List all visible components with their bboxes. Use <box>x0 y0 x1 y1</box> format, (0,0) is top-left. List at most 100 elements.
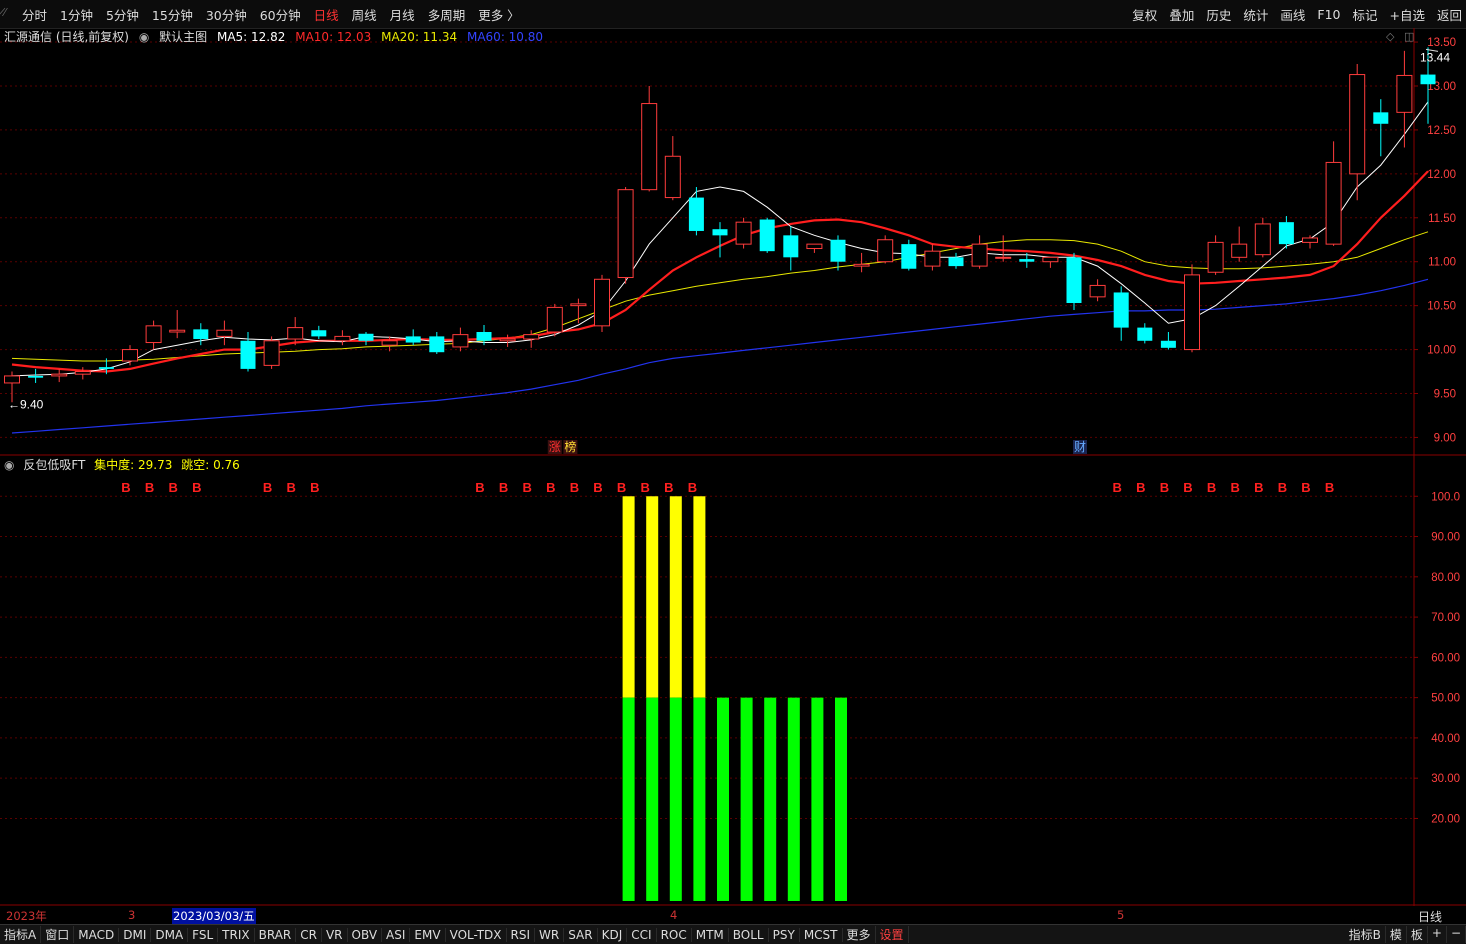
candle-body-up <box>381 340 398 346</box>
buy-signal-label: B <box>1254 480 1263 495</box>
candle-body-up <box>1302 237 1318 243</box>
tab-roc[interactable]: ROC <box>657 927 692 942</box>
tab-板[interactable]: 板 <box>1407 926 1428 943</box>
y-tick-label: 70.00 <box>1431 612 1460 624</box>
indicator-name[interactable]: 反包低吸FT <box>23 458 85 472</box>
tab-rsi[interactable]: RSI <box>507 927 536 942</box>
tab-wr[interactable]: WR <box>535 927 565 942</box>
buy-signal-label: B <box>1301 480 1310 495</box>
diamond-icon[interactable]: ◇ <box>1386 30 1394 43</box>
candle-body-down <box>240 340 256 369</box>
tab-settings[interactable]: 设置 <box>876 926 909 943</box>
tab-dma[interactable]: DMA <box>151 927 189 942</box>
candle-body-down <box>193 329 209 340</box>
buy-signal-label: B <box>287 480 296 495</box>
tab-vol-tdx[interactable]: VOL-TDX <box>446 927 507 942</box>
tab-模[interactable]: 模 <box>1386 926 1407 943</box>
tab-指标A[interactable]: 指标A <box>0 926 42 943</box>
high-price-label: 13.44 <box>1420 50 1450 64</box>
buy-signal-label: B <box>1113 480 1122 495</box>
buy-signal-label: B <box>1207 480 1216 495</box>
candle-body-up <box>1396 74 1413 113</box>
tab-窗口[interactable]: 窗口 <box>41 926 75 943</box>
tab-cci[interactable]: CCI <box>627 927 657 942</box>
green-bar <box>811 697 824 901</box>
green-bar <box>740 697 753 901</box>
buy-signal-label: B <box>263 480 272 495</box>
month-3-label: 3 <box>128 908 136 922</box>
template-label[interactable]: 默认主图 <box>159 30 207 44</box>
buy-signal-label: B <box>121 480 130 495</box>
candle-body-up <box>641 103 658 191</box>
tab-fsl[interactable]: FSL <box>188 927 219 942</box>
candle-body-up <box>806 243 823 250</box>
buy-signal-label: B <box>499 480 508 495</box>
tab-mcst[interactable]: MCST <box>800 927 843 942</box>
period-indicator[interactable]: 日线 <box>1418 908 1442 925</box>
green-bar <box>693 697 706 901</box>
buy-signal-label: B <box>593 480 602 495</box>
candle-body-down <box>405 336 421 343</box>
candle-body-down <box>688 197 704 231</box>
candle-body-up <box>570 303 587 307</box>
candle-body-up <box>1231 243 1248 258</box>
buy-signal-label: B <box>546 480 555 495</box>
zoom-in-button[interactable]: + <box>1428 926 1447 943</box>
y-tick-label: 100.0 <box>1431 491 1460 503</box>
tab-kdj[interactable]: KDJ <box>598 927 628 942</box>
tab-mtm[interactable]: MTM <box>692 927 729 942</box>
candle-body-up <box>4 375 20 384</box>
yellow-bar <box>693 496 706 698</box>
tab-指标B[interactable]: 指标B <box>1345 926 1386 943</box>
candle-body-down <box>1160 340 1176 348</box>
kline-chart[interactable]: 13.5013.0012.5012.0011.5011.0010.5010.00… <box>0 0 1466 906</box>
green-bar <box>669 697 682 901</box>
tab-macd[interactable]: MACD <box>74 927 120 942</box>
y-tick-label: 30.00 <box>1431 773 1460 785</box>
candle-body-up <box>452 334 469 348</box>
candle-body-down <box>759 219 775 252</box>
y-tick-label: 10.00 <box>1427 345 1456 357</box>
candle-body-up <box>594 278 610 327</box>
month-5-label: 5 <box>1117 908 1125 922</box>
circle-dot-icon[interactable]: ◉ <box>4 458 14 472</box>
zoom-out-button[interactable]: − <box>1447 926 1466 943</box>
candle-body-down <box>1019 259 1035 262</box>
tab-psy[interactable]: PSY <box>769 927 800 942</box>
ma60-line <box>11 278 1429 434</box>
tab-cr[interactable]: CR <box>296 927 322 942</box>
candle-body-up <box>971 243 988 267</box>
tab-sar[interactable]: SAR <box>564 927 598 942</box>
y-tick-label: 40.00 <box>1431 733 1460 745</box>
buy-signal-label: B <box>617 480 626 495</box>
tab-asi[interactable]: ASI <box>382 927 411 942</box>
tab-boll[interactable]: BOLL <box>729 927 769 942</box>
candle-body-down <box>1113 292 1129 328</box>
candle-body-up <box>1254 223 1271 256</box>
y-tick-label: 20.00 <box>1431 813 1460 825</box>
candle-body-up <box>51 373 68 377</box>
tab-vr[interactable]: VR <box>322 927 348 942</box>
gap-value: 跳空: 0.76 <box>181 458 240 472</box>
candle-body-up <box>499 338 516 342</box>
stock-title: 汇源通信 (日线,前复权) <box>4 30 129 44</box>
tab-emv[interactable]: EMV <box>410 927 446 942</box>
candle-body-down <box>830 239 846 262</box>
circle-dot-icon[interactable]: ◉ <box>139 30 149 44</box>
y-tick-label: 12.00 <box>1427 169 1456 181</box>
tab-dmi[interactable]: DMI <box>119 927 152 942</box>
buy-signal-label: B <box>192 480 201 495</box>
window-icon[interactable]: ◫ <box>1404 30 1414 43</box>
candle-body-down <box>358 333 374 341</box>
tab-brar[interactable]: BRAR <box>255 927 297 942</box>
candle-body-up <box>735 221 752 245</box>
buy-signal-label: B <box>1136 480 1145 495</box>
buy-signal-label: B <box>523 480 532 495</box>
y-tick-label: 80.00 <box>1431 572 1460 584</box>
tab-more[interactable]: 更多 <box>843 926 876 943</box>
event-marker: 榜 <box>564 439 576 454</box>
tab-obv[interactable]: OBV <box>348 927 383 942</box>
y-tick-label: 90.00 <box>1431 532 1460 544</box>
tab-trix[interactable]: TRIX <box>218 927 255 942</box>
year-label: 2023年 <box>6 909 47 923</box>
